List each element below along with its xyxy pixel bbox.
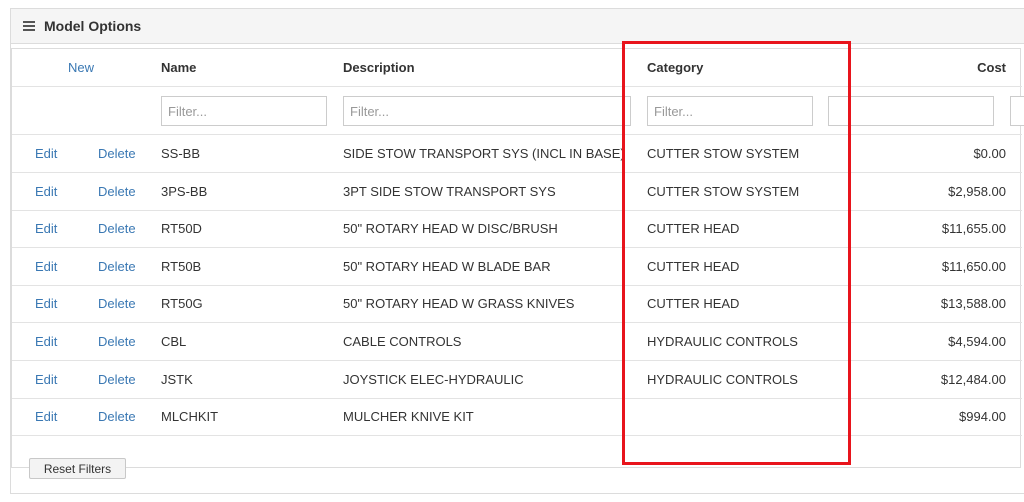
delete-link[interactable]: Delete [98, 398, 136, 435]
column-header-cost[interactable]: Cost [977, 49, 1006, 86]
edit-link[interactable]: Edit [35, 398, 57, 435]
cell-category: CUTTER STOW SYSTEM [647, 183, 800, 199]
panel-title: Model Options [44, 18, 142, 34]
cell-cost: $4,594.00 [948, 334, 1006, 349]
cell-description: CABLE CONTROLS [343, 334, 462, 349]
cell-cost: $12,484.00 [940, 371, 1006, 387]
edit-link[interactable]: Edit [35, 210, 57, 247]
edit-link[interactable]: Edit [35, 173, 57, 210]
cell-cost: $0.00 [973, 146, 1006, 161]
cell-cost: $2,958.00 [948, 183, 1006, 199]
options-grid: New Name Description Category Cost Edit D… [11, 48, 1024, 468]
cell-category: CUTTER HEAD [647, 296, 740, 312]
name-filter-input[interactable] [161, 96, 327, 126]
cell-name: SS-BB [161, 146, 201, 161]
delete-link[interactable]: Delete [98, 248, 136, 285]
cell-name: RT50G [161, 296, 203, 312]
cell-description: JOYSTICK ELEC-HYDRAULIC [343, 371, 524, 387]
delete-link[interactable]: Delete [98, 210, 136, 247]
hamburger-menu-icon[interactable] [23, 21, 35, 31]
cell-cost: $994.00 [959, 409, 1006, 425]
table-row: Edit Delete 3PS-BB 3PT SIDE STOW TRANSPORT … [12, 173, 1022, 211]
cell-category: HYDRAULIC CONTROLS [647, 334, 798, 349]
grid-header-row: New Name Description Category Cost [12, 49, 1022, 87]
category-filter-input[interactable] [647, 96, 813, 126]
cell-description: 50" ROTARY HEAD W GRASS KNIVES [343, 296, 575, 312]
delete-link[interactable]: Delete [98, 323, 136, 360]
cell-name: 3PS-BB [161, 183, 208, 199]
table-row: Edit Delete JSTK JOYSTICK ELEC-HYDRAULIC HYD… [12, 361, 1022, 399]
cell-name: RT50D [161, 221, 202, 237]
cell-name: CBL [161, 334, 187, 349]
cell-category: HYDRAULIC CONTROLS [647, 371, 798, 387]
cell-description: MULCHER KNIVE KIT [343, 409, 474, 425]
edit-link[interactable]: Edit [35, 248, 57, 285]
edit-link[interactable]: Edit [35, 361, 57, 398]
table-row: Edit Delete CBL CABLE CONTROLS HYDRAULIC CON… [12, 323, 1022, 361]
cost-filter-input[interactable] [828, 96, 994, 126]
column-header-description[interactable]: Description [343, 49, 415, 86]
table-row: Edit Delete RT50G 50" ROTARY HEAD W GRASS K… [12, 285, 1022, 324]
table-row: Edit Delete RT50D 50" ROTARY HEAD W DISC/BR… [12, 210, 1022, 249]
cell-description: 50" ROTARY HEAD W DISC/BRUSH [343, 221, 558, 237]
table-row: Edit Delete RT50B 50" ROTARY HEAD W BLADE B… [12, 248, 1022, 286]
delete-link[interactable]: Delete [98, 173, 136, 210]
cell-category: CUTTER HEAD [647, 258, 740, 274]
column-header-name[interactable]: Name [161, 49, 196, 86]
cell-name: MLCHKIT [161, 409, 219, 425]
cell-cost: $13,588.00 [940, 296, 1006, 312]
table-row: Edit Delete SS-BB SIDE STOW TRANSPORT SYS (… [12, 135, 1022, 173]
cell-cost: $11,655.00 [941, 221, 1006, 237]
edit-link[interactable]: Edit [35, 135, 57, 172]
cell-description: SIDE STOW TRANSPORT SYS (INCL IN BASE) [343, 146, 625, 161]
grid-filter-row [12, 87, 1024, 135]
cell-category: CUTTER STOW SYSTEM [647, 146, 800, 161]
column-header-category[interactable]: Category [647, 49, 703, 86]
reset-filters-button[interactable]: Reset Filters [29, 458, 126, 479]
new-link[interactable]: New [68, 49, 94, 86]
cell-name: RT50B [161, 258, 202, 274]
delete-link[interactable]: Delete [98, 361, 136, 398]
cell-name: JSTK [161, 371, 193, 387]
cell-category: CUTTER HEAD [647, 221, 740, 237]
delete-link[interactable]: Delete [98, 285, 136, 322]
panel-header: Model Options [11, 9, 1024, 44]
delete-link[interactable]: Delete [98, 135, 136, 172]
edit-link[interactable]: Edit [35, 323, 57, 360]
edit-link[interactable]: Edit [35, 285, 57, 322]
cell-description: 3PT SIDE STOW TRANSPORT SYS [343, 183, 556, 199]
extra-filter-input[interactable] [1010, 96, 1024, 126]
description-filter-input[interactable] [343, 96, 631, 126]
table-row: Edit Delete MLCHKIT MULCHER KNIVE KIT $994.0… [12, 398, 1022, 437]
cell-cost: $11,650.00 [941, 258, 1006, 274]
cell-description: 50" ROTARY HEAD W BLADE BAR [343, 258, 551, 274]
